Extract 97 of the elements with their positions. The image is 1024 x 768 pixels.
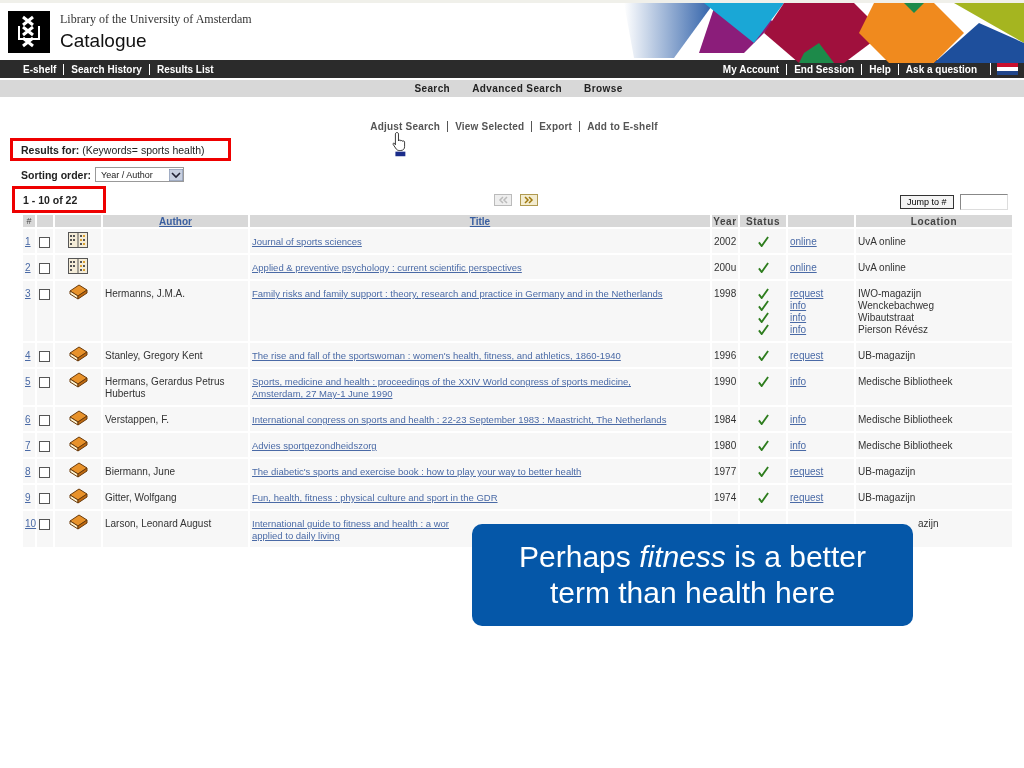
select-checkbox[interactable] (39, 441, 50, 452)
holding-link[interactable]: info (790, 324, 807, 336)
sort-dropdown[interactable]: Year / Author (95, 167, 184, 182)
book-icon (68, 284, 88, 300)
year-text: 1980 (714, 440, 737, 451)
column-header: Location (910, 215, 958, 227)
callout-text: Perhaps fitness is a better term than health here (518, 539, 867, 611)
holding-link[interactable]: info (790, 312, 807, 324)
select-checkbox[interactable] (39, 493, 50, 504)
select-checkbox[interactable] (39, 519, 50, 530)
flag-icon[interactable] (990, 63, 1018, 75)
location-text: Wenckebachweg (858, 300, 934, 312)
location-text: UB-magazijn (858, 466, 916, 478)
action-link[interactable]: View Selected (447, 121, 532, 132)
jump-input[interactable] (959, 194, 1008, 210)
select-checkbox[interactable] (39, 351, 50, 362)
author-name: Gitter, Wolfgang (105, 492, 177, 503)
column-header: Status (745, 215, 781, 227)
year-text: 200u (714, 262, 737, 273)
top-bar-link[interactable]: E-shelf (16, 63, 64, 75)
action-link[interactable]: Add to E-shelf (579, 121, 665, 132)
holding-link[interactable]: info (790, 440, 807, 452)
next-page-icon[interactable] (520, 194, 538, 206)
book-icon (68, 514, 88, 530)
year-text: 1996 (714, 350, 737, 361)
location-text: UvA online (858, 262, 906, 274)
top-bar-link[interactable]: Ask a question (897, 63, 984, 75)
title-link[interactable]: Amsterdam, 27 May-1 June 1990 (252, 388, 393, 400)
title-link[interactable]: Advies sportgezondheidszorg (252, 440, 377, 452)
result-count: 1 - 10 of 22 (23, 193, 78, 206)
book-icon (68, 462, 88, 478)
column-header: # (26, 216, 32, 226)
holding-link[interactable]: info (790, 300, 807, 312)
location-text: Medische Bibliotheek (858, 376, 953, 388)
year-text: 1974 (714, 492, 737, 503)
book-icon (68, 410, 88, 426)
location-text: UB-magazijn (858, 492, 916, 504)
title-link[interactable]: International guide to fitness and health : a wor (252, 518, 449, 530)
jump-button[interactable]: Jump to # (900, 195, 954, 209)
dropdown-arrow-icon[interactable] (169, 168, 183, 181)
location-text: azijn (918, 518, 939, 530)
top-bar-link[interactable]: Help (861, 63, 898, 75)
sorting-label: Sorting order: (21, 168, 91, 181)
author-name: Verstappen, F. (105, 414, 169, 425)
year-text: 1990 (714, 376, 737, 387)
top-bar-link[interactable]: Search History (63, 63, 149, 75)
title-link[interactable]: applied to daily living (252, 530, 340, 542)
author-name: Biermann, June (105, 466, 176, 477)
holding-link[interactable]: info (790, 414, 807, 426)
column-header: Year (713, 215, 737, 227)
location-text: UvA online (858, 236, 906, 248)
author-name: Stanley, Gregory Kent (105, 350, 203, 361)
library-name: Library of the University of Amsterdam (60, 11, 252, 27)
nav-tab[interactable]: Search (414, 83, 451, 94)
book-icon (68, 346, 88, 362)
title-link[interactable]: Journal of sports sciences (252, 236, 362, 248)
location-text: Pierson Révész (858, 324, 929, 336)
title-link[interactable]: Sports, medicine and health : proceedings of the XXIV World congress of sports medicine, (252, 376, 631, 388)
select-checkbox[interactable] (39, 237, 50, 248)
holding-link[interactable]: info (790, 376, 807, 388)
top-bar-link[interactable]: Results List (148, 63, 221, 75)
year-text: 1984 (714, 414, 737, 425)
top-bar-link[interactable]: My Account (715, 63, 787, 75)
book-icon (68, 488, 88, 504)
record-number-link[interactable]: 3 (25, 288, 31, 299)
column-header[interactable]: Title (469, 215, 491, 227)
select-checkbox[interactable] (39, 263, 50, 274)
nav-tab[interactable]: Browse (584, 83, 623, 94)
results-query: Results for: (Keywords= sports health) (21, 143, 205, 156)
title-link[interactable]: Family risks and family support : theory, research and practice in Germany and in the Netherlands (252, 288, 663, 300)
action-link[interactable]: Export (531, 121, 580, 132)
book-icon (68, 372, 88, 388)
location-text: Medische Bibliotheek (858, 440, 953, 452)
action-link[interactable]: Adjust Search (363, 121, 448, 132)
record-number-link[interactable]: 5 (25, 376, 31, 387)
year-text: 1998 (714, 288, 737, 299)
journal-icon (68, 232, 88, 248)
location-text: Medische Bibliotheek (858, 414, 953, 426)
journal-icon (68, 258, 88, 274)
logo-icon (8, 10, 50, 53)
location-text: UB-magazijn (858, 350, 916, 362)
year-text: 2002 (714, 236, 737, 247)
select-checkbox[interactable] (39, 415, 50, 426)
location-text: Wibautstraat (858, 312, 915, 324)
select-checkbox[interactable] (39, 289, 50, 300)
holding-link[interactable]: request (790, 288, 824, 300)
author-name: Hermanns, J.M.A. (105, 288, 186, 299)
nav-tab[interactable]: Advanced Search (472, 83, 563, 94)
select-checkbox[interactable] (39, 467, 50, 478)
author-name: Larson, Leonard August (105, 518, 212, 529)
year-text: 1977 (714, 466, 737, 477)
location-text: IWO-magazijn (858, 288, 922, 300)
catalogue-title: Catalogue (60, 29, 148, 52)
book-icon (68, 436, 88, 452)
top-bar-link[interactable]: End Session (786, 63, 862, 75)
select-checkbox[interactable] (39, 377, 50, 388)
author-name: Hermans, Gerardus Petrus Hubertus (105, 376, 225, 399)
